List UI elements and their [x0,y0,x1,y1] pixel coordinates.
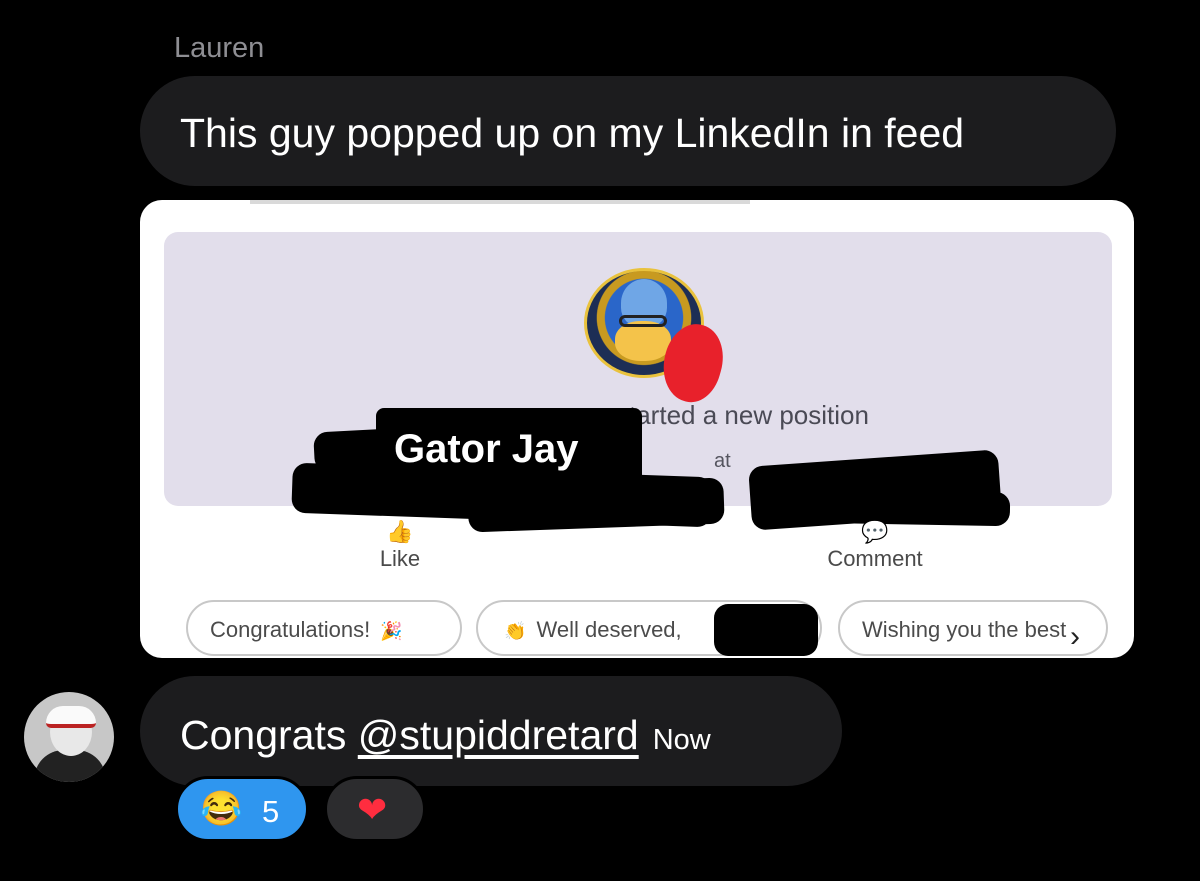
post-actions: 👍 Like 💬 Comment [140,518,1134,588]
like-icon: 👍 [386,519,414,544]
chip-label: Wishing you the best [862,617,1067,642]
mention-link[interactable]: @stupiddretard [358,712,639,758]
laughing-face-icon: 😂 [200,790,243,828]
message-bubble[interactable]: This guy popped up on my LinkedIn in fee… [140,76,1116,186]
cropped-text-remnant [250,200,750,204]
clapping-hands-icon: 👏 [504,621,527,641]
reaction-laugh-button[interactable]: 😂 5 [175,776,309,842]
reaction-count: 5 [262,794,280,829]
avatar-cap-shape [46,706,96,728]
heart-icon: ❤ [357,789,388,830]
chip-label: Well deserved, [536,617,682,642]
chevron-right-icon: › [1070,620,1080,653]
message-bubble[interactable]: Congrats @stupiddretard Now [140,676,842,786]
linkedin-screenshot-image[interactable]: started a new position at Gator Jay 👍 Li… [140,200,1134,658]
comment-label: Comment [827,546,923,571]
redaction-scribble [714,604,818,656]
character-face-shape [615,321,671,361]
message-text: This guy popped up on my LinkedIn in fee… [180,110,965,156]
glasses-shape [619,315,667,327]
reaction-heart-button[interactable]: ❤ [324,776,426,842]
party-popper-icon: 🎉 [380,621,403,641]
comment-action: 💬 Comment [800,518,950,572]
suggestion-chip: Wishing you the best [838,600,1108,656]
at-text: at [714,450,731,472]
suggestion-chip: Congratulations! 🎉 [186,600,462,656]
name-overlay: Gator Jay [376,408,642,494]
like-label: Like [379,546,421,571]
chip-label: Congratulations! [210,617,371,642]
message-timestamp: Now [652,724,711,756]
message-text: Congrats [180,712,358,758]
status-text: started a new position [616,400,869,430]
avatar[interactable] [24,692,114,782]
comment-icon: 💬 [861,519,889,544]
sender-name: Lauren [174,32,265,64]
like-action: 👍 Like [360,518,440,572]
linkedin-banner: started a new position at Gator Jay [164,232,1112,533]
